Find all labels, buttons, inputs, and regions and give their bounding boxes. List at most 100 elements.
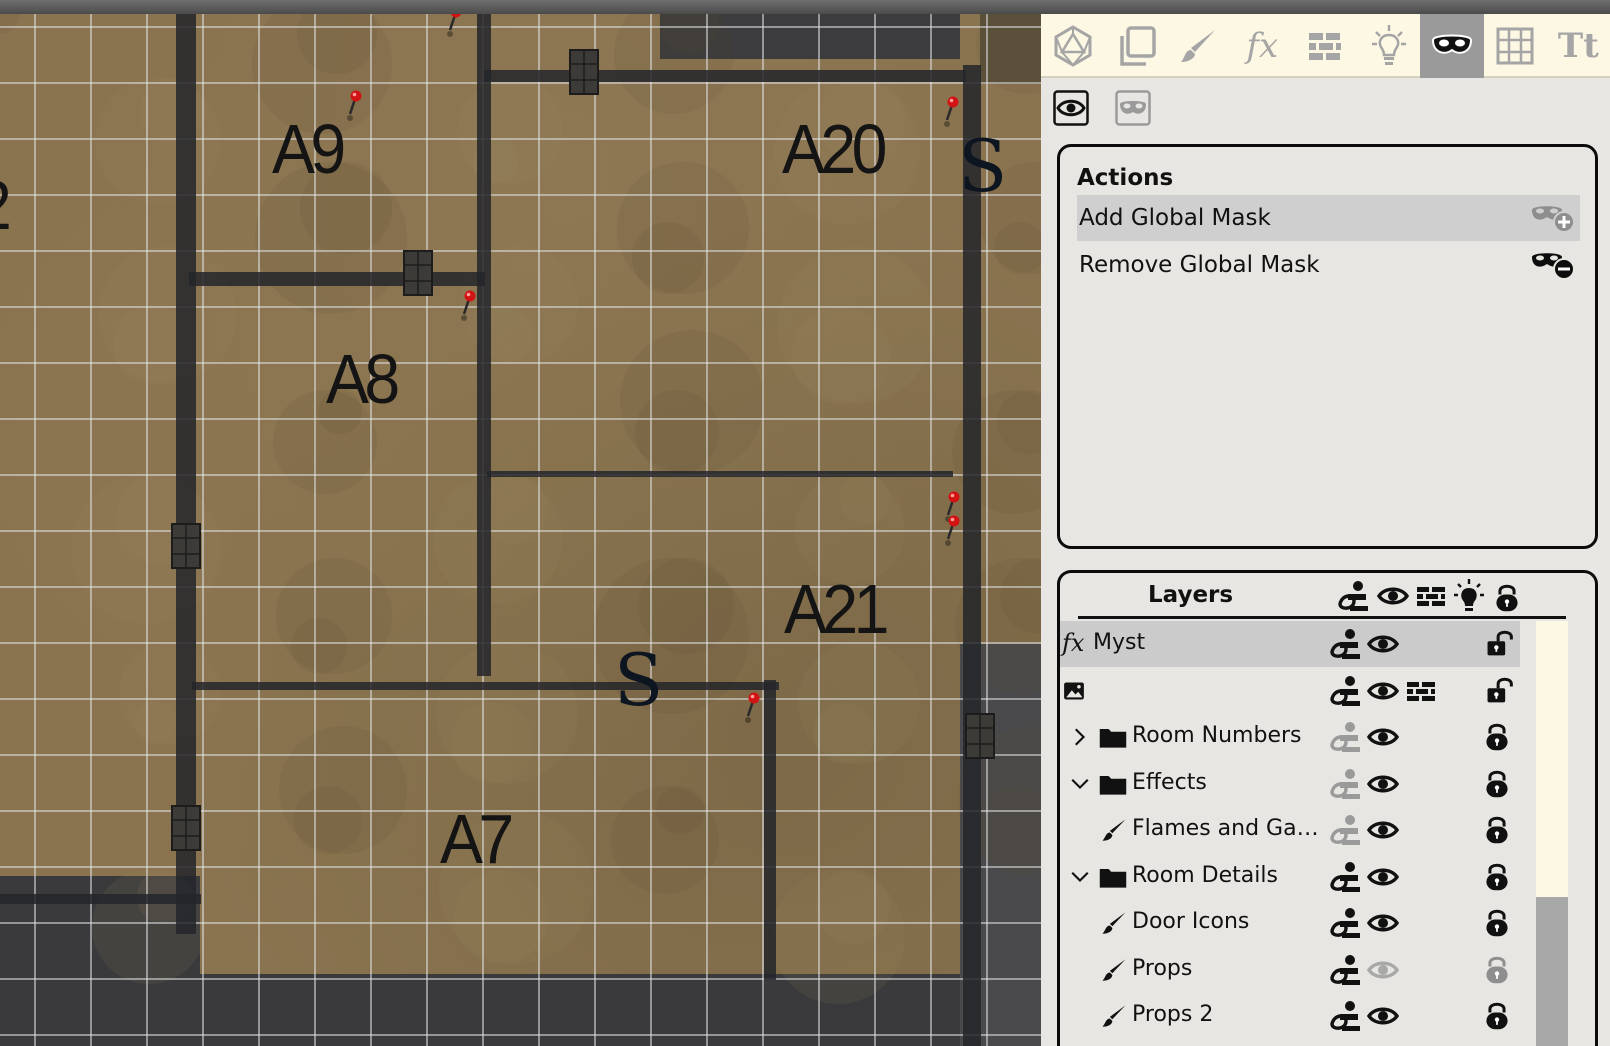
tool-panel: fx Tt Actions Add Global Mask Remove Glo… (1041, 14, 1610, 1046)
mask-icon (1115, 90, 1151, 126)
layer-row[interactable]: Flames and Ga… (1060, 807, 1520, 853)
player-visibility-icon[interactable] (1328, 999, 1362, 1038)
map-canvas[interactable]: A9 A20 A8 A21 A7 2 S S (0, 14, 1041, 1046)
player-view-button[interactable] (1115, 90, 1151, 126)
tool-fx[interactable]: fx (1231, 14, 1294, 78)
wall-icon[interactable] (1404, 674, 1438, 713)
chevron-down-icon[interactable] (1068, 772, 1092, 801)
layer-name: Door Icons (1132, 909, 1250, 934)
player-visibility-icon[interactable] (1328, 767, 1362, 806)
image-icon (1062, 679, 1086, 708)
lock-icon[interactable] (1482, 997, 1512, 1040)
actions-panel: Actions Add Global Mask Remove Global Ma… (1057, 144, 1598, 549)
wall-icon (1309, 33, 1342, 60)
player-visibility-icon[interactable] (1328, 720, 1362, 759)
player-visibility-icon[interactable] (1328, 953, 1362, 992)
eye-icon (1053, 90, 1089, 126)
layers-scrollbar[interactable] (1536, 621, 1568, 1046)
layer-row[interactable]: Effects (1060, 761, 1520, 807)
player-visibility-icon[interactable] (1328, 860, 1362, 899)
fx-icon: fx (1246, 26, 1279, 66)
light-icon (1452, 579, 1486, 618)
wall-icon (1414, 579, 1448, 618)
player-visibility-icon[interactable] (1328, 674, 1362, 713)
layer-name: Room Details (1132, 862, 1278, 888)
action-label: Add Global Mask (1079, 205, 1271, 231)
chevron-down-icon[interactable] (1068, 865, 1092, 894)
brush-icon (1100, 956, 1128, 989)
layer-row[interactable]: Room Numbers (1060, 714, 1520, 760)
tool-text[interactable]: Tt (1547, 14, 1610, 78)
layer-name: Flames and Ga… (1132, 816, 1319, 841)
add-global-mask-action[interactable]: Add Global Mask (1077, 195, 1580, 241)
secret-door-marker: S (958, 124, 1008, 208)
main-toolbar: fx Tt (1041, 14, 1610, 78)
player-visibility-icon[interactable] (1328, 906, 1362, 945)
eye-icon[interactable] (1366, 813, 1400, 852)
layer-name: Props (1132, 955, 1193, 981)
tool-layers[interactable] (1104, 14, 1167, 78)
layer-row[interactable] (1060, 668, 1520, 714)
room-label-a7: A7 (440, 800, 514, 878)
eye-icon[interactable] (1366, 627, 1400, 666)
brush-icon (1100, 909, 1128, 942)
tool-masks[interactable] (1420, 14, 1484, 78)
secret-door-marker: S (614, 638, 664, 722)
player-visibility-icon[interactable] (1328, 627, 1362, 666)
tool-lighting[interactable] (1357, 14, 1420, 78)
tool-dice[interactable] (1041, 14, 1104, 78)
brush-icon (1100, 816, 1128, 849)
text-icon: Tt (1557, 26, 1599, 66)
layer-row[interactable]: Props 2 (1060, 993, 1520, 1039)
chevron-right-icon[interactable] (1068, 725, 1092, 754)
lock-icon[interactable] (1482, 904, 1512, 947)
layer-name: Myst (1093, 630, 1146, 655)
layer-row[interactable]: Door Icons (1060, 900, 1520, 946)
brush-icon (1100, 1002, 1128, 1035)
room-label-edge: 2 (0, 170, 12, 240)
eye-icon[interactable] (1366, 906, 1400, 945)
lock-icon[interactable] (1482, 765, 1512, 808)
mask-remove-icon (1532, 253, 1575, 280)
tool-brush[interactable] (1167, 14, 1230, 78)
eye-icon[interactable] (1366, 767, 1400, 806)
layer-name: Effects (1132, 769, 1207, 795)
window-top-strip (0, 0, 1610, 14)
tool-grid[interactable] (1484, 14, 1547, 78)
layer-row[interactable]: fx Myst (1060, 621, 1520, 667)
eye-icon[interactable] (1366, 720, 1400, 759)
layer-row[interactable]: Props (1060, 947, 1520, 993)
mask-add-icon (1532, 206, 1575, 233)
light-icon (1371, 25, 1406, 65)
gm-view-button[interactable] (1053, 90, 1089, 126)
map-drawing[interactable] (0, 14, 1041, 1046)
scrollbar-thumb[interactable] (1536, 896, 1568, 1046)
eye-icon[interactable] (1366, 674, 1400, 713)
layers-title: Layers (1148, 582, 1234, 608)
lock-icon[interactable] (1482, 951, 1512, 994)
layer-name: Room Numbers (1132, 723, 1302, 748)
layer-row[interactable]: Room Details (1060, 854, 1520, 900)
player-visibility-icon[interactable] (1328, 813, 1362, 852)
dice-icon (1054, 25, 1092, 67)
unlock-icon[interactable] (1484, 627, 1514, 664)
folder-icon (1098, 769, 1128, 804)
lock-icon[interactable] (1482, 811, 1512, 854)
room-label-a20: A20 (782, 110, 887, 188)
unlock-icon[interactable] (1484, 674, 1514, 711)
room-label-a21: A21 (784, 570, 889, 648)
layers-list: fx Myst Room Numbers Effects Flames and … (1060, 621, 1520, 1046)
lock-icon[interactable] (1482, 718, 1512, 761)
remove-global-mask-action[interactable]: Remove Global Mask (1077, 242, 1580, 288)
room-label-a8: A8 (326, 340, 400, 418)
folder-icon (1098, 862, 1128, 897)
mask-icon (1431, 34, 1472, 54)
lock-icon[interactable] (1482, 858, 1512, 901)
eye-icon[interactable] (1366, 953, 1400, 992)
eye-icon[interactable] (1366, 999, 1400, 1038)
actions-title: Actions (1077, 165, 1174, 191)
mask-mode-toolbar (1053, 90, 1151, 130)
folder-icon (1098, 722, 1128, 757)
eye-icon[interactable] (1366, 860, 1400, 899)
tool-walls[interactable] (1294, 14, 1357, 78)
